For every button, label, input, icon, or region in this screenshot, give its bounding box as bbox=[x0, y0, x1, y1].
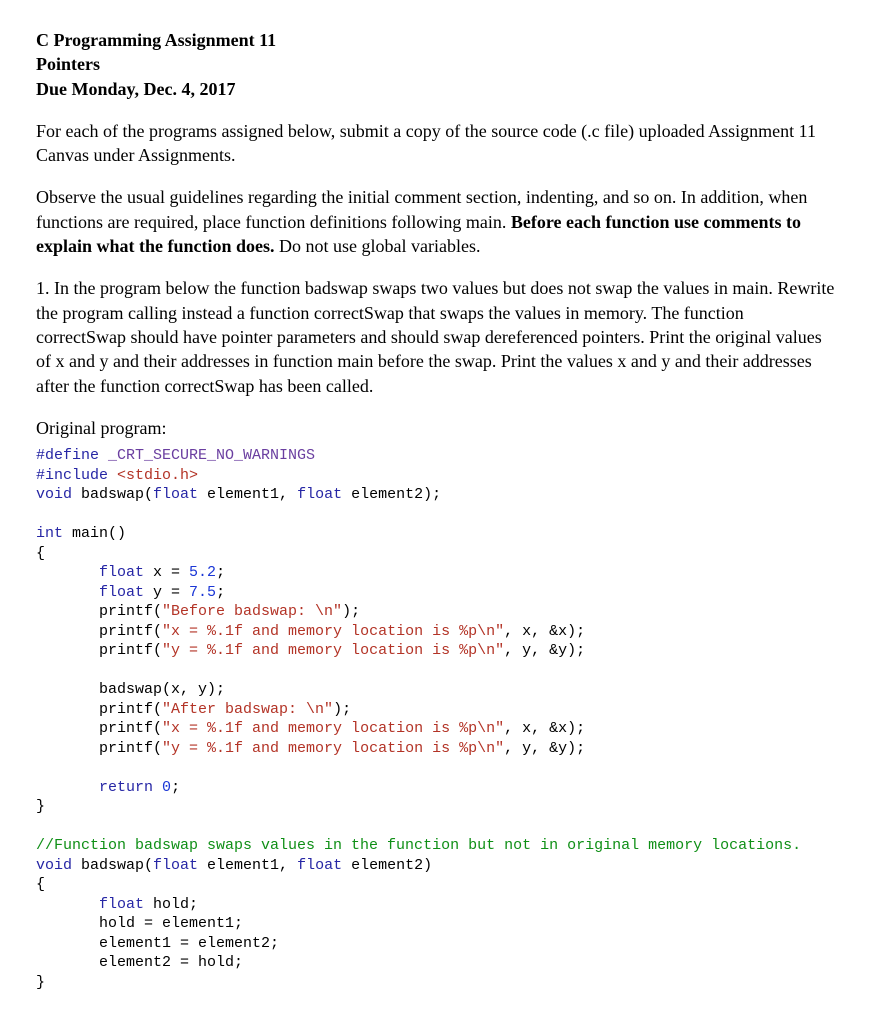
code-token: printf( bbox=[36, 720, 162, 737]
code-token: badswap(x, y); bbox=[36, 681, 225, 698]
code-token: "x = %.1f and memory location is %p\n" bbox=[162, 720, 504, 737]
code-token: 0 bbox=[162, 779, 171, 796]
code-token: y = bbox=[144, 584, 189, 601]
code-token: "x = %.1f and memory location is %p\n" bbox=[162, 623, 504, 640]
code-token: , x, &x); bbox=[504, 623, 585, 640]
code-listing: #define _CRT_SECURE_NO_WARNINGS #include… bbox=[36, 446, 835, 992]
code-token: ; bbox=[216, 584, 225, 601]
code-comment: //Function badswap swaps values in the f… bbox=[36, 837, 801, 854]
code-token: printf( bbox=[36, 740, 162, 757]
code-token: element1, bbox=[198, 486, 297, 503]
code-token: void bbox=[36, 486, 72, 503]
header-line-1: C Programming Assignment 11 bbox=[36, 28, 835, 52]
code-token: element1, bbox=[198, 857, 297, 874]
code-token: float bbox=[36, 584, 144, 601]
code-token: 7.5 bbox=[189, 584, 216, 601]
code-token: element2) bbox=[342, 857, 432, 874]
code-token: #include bbox=[36, 467, 108, 484]
code-token: float bbox=[36, 896, 144, 913]
code-token: , x, &x); bbox=[504, 720, 585, 737]
paragraph-intro: For each of the programs assigned below,… bbox=[36, 119, 835, 168]
header-line-3: Due Monday, Dec. 4, 2017 bbox=[36, 77, 835, 101]
code-token bbox=[153, 779, 162, 796]
code-token: { bbox=[36, 876, 45, 893]
assignment-header: C Programming Assignment 11 Pointers Due… bbox=[36, 28, 835, 101]
code-token: ; bbox=[216, 564, 225, 581]
code-token: printf( bbox=[36, 623, 162, 640]
code-token: element2 = hold; bbox=[36, 954, 243, 971]
code-token: float bbox=[153, 486, 198, 503]
code-token: printf( bbox=[36, 701, 162, 718]
code-token: _CRT_SECURE_NO_WARNINGS bbox=[99, 447, 315, 464]
code-token: element1 = element2; bbox=[36, 935, 279, 952]
code-token: float bbox=[297, 857, 342, 874]
code-token: #define bbox=[36, 447, 99, 464]
code-token: 5.2 bbox=[189, 564, 216, 581]
header-line-2: Pointers bbox=[36, 52, 835, 76]
code-token: float bbox=[36, 564, 144, 581]
code-token: { bbox=[36, 545, 45, 562]
code-token: hold = element1; bbox=[36, 915, 243, 932]
code-token: ); bbox=[342, 603, 360, 620]
code-token: } bbox=[36, 798, 45, 815]
code-token: element2); bbox=[342, 486, 441, 503]
code-token: printf( bbox=[36, 603, 162, 620]
code-token: hold; bbox=[144, 896, 198, 913]
code-token: , y, &y); bbox=[504, 740, 585, 757]
code-token: "y = %.1f and memory location is %p\n" bbox=[162, 740, 504, 757]
para2-part2: Do not use global variables. bbox=[275, 236, 481, 256]
original-program-label: Original program: bbox=[36, 416, 835, 440]
code-token: ; bbox=[171, 779, 180, 796]
code-token: main() bbox=[63, 525, 126, 542]
code-token: badswap( bbox=[72, 857, 153, 874]
code-token: void bbox=[36, 857, 72, 874]
paragraph-guidelines: Observe the usual guidelines regarding t… bbox=[36, 185, 835, 258]
code-token: printf( bbox=[36, 642, 162, 659]
code-token: } bbox=[36, 974, 45, 991]
code-token: x = bbox=[144, 564, 189, 581]
code-token: "y = %.1f and memory location is %p\n" bbox=[162, 642, 504, 659]
code-token: float bbox=[153, 857, 198, 874]
code-token: return bbox=[36, 779, 153, 796]
paragraph-problem-1: 1. In the program below the function bad… bbox=[36, 276, 835, 397]
code-token: badswap( bbox=[72, 486, 153, 503]
code-token: ); bbox=[333, 701, 351, 718]
code-token: , y, &y); bbox=[504, 642, 585, 659]
code-token: int bbox=[36, 525, 63, 542]
code-token: float bbox=[297, 486, 342, 503]
code-token: "After badswap: \n" bbox=[162, 701, 333, 718]
code-token: <stdio.h> bbox=[108, 467, 198, 484]
code-token: "Before badswap: \n" bbox=[162, 603, 342, 620]
